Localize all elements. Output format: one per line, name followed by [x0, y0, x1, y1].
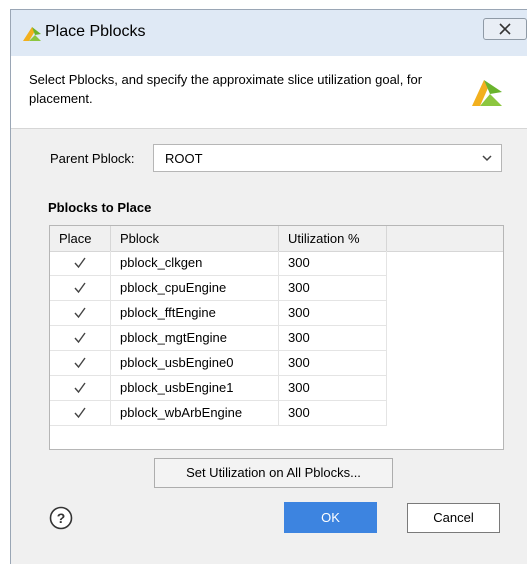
pblocks-section-title: Pblocks to Place — [48, 200, 152, 215]
help-icon[interactable]: ? — [49, 506, 73, 530]
chevron-down-icon — [482, 155, 492, 162]
vivado-logo-icon — [472, 80, 502, 106]
parent-pblock-value: ROOT — [165, 151, 203, 166]
place-cell — [50, 301, 111, 325]
dialog-title: Place Pblocks — [45, 23, 146, 40]
place-checkbox[interactable] — [73, 381, 87, 395]
svg-text:?: ? — [57, 510, 66, 526]
column-header-pblock[interactable]: Pblock — [111, 226, 279, 251]
table-row[interactable]: pblock_mgtEngine 300 — [50, 326, 387, 351]
place-checkbox[interactable] — [73, 331, 87, 345]
table-row[interactable]: pblock_wbArbEngine 300 — [50, 401, 387, 426]
place-checkbox[interactable] — [73, 281, 87, 295]
title-bar: Place Pblocks — [11, 10, 527, 56]
parent-pblock-label: Parent Pblock: — [50, 151, 135, 166]
set-utilization-button[interactable]: Set Utilization on All Pblocks... — [154, 458, 393, 488]
table-header: Place Pblock Utilization % — [50, 226, 503, 252]
cancel-button[interactable]: Cancel — [407, 503, 500, 533]
utilization-cell[interactable]: 300 — [279, 401, 387, 425]
header-panel: Select Pblocks, and specify the approxim… — [11, 56, 527, 129]
utilization-cell[interactable]: 300 — [279, 376, 387, 400]
table-row[interactable]: pblock_usbEngine0 300 — [50, 351, 387, 376]
table-row[interactable]: pblock_clkgen 300 — [50, 251, 387, 276]
close-button[interactable] — [483, 18, 527, 40]
place-checkbox[interactable] — [73, 306, 87, 320]
place-cell — [50, 351, 111, 375]
utilization-cell[interactable]: 300 — [279, 351, 387, 375]
place-pblocks-dialog: Place Pblocks Select Pblocks, and specif… — [10, 9, 527, 564]
vivado-logo-icon — [23, 27, 41, 41]
place-checkbox[interactable] — [73, 406, 87, 420]
table-row[interactable]: pblock_usbEngine1 300 — [50, 376, 387, 401]
place-cell — [50, 251, 111, 275]
pblock-name-cell: pblock_clkgen — [111, 251, 279, 275]
place-cell — [50, 276, 111, 300]
place-checkbox[interactable] — [73, 356, 87, 370]
parent-pblock-select[interactable]: ROOT — [153, 144, 502, 172]
column-header-utilization[interactable]: Utilization % — [279, 226, 387, 251]
ok-button[interactable]: OK — [284, 502, 377, 533]
utilization-cell[interactable]: 300 — [279, 301, 387, 325]
place-checkbox[interactable] — [73, 256, 87, 270]
close-icon — [499, 23, 511, 35]
table-row[interactable]: pblock_fftEngine 300 — [50, 301, 387, 326]
cancel-label: Cancel — [433, 510, 474, 525]
pblock-name-cell: pblock_cpuEngine — [111, 276, 279, 300]
utilization-cell[interactable]: 300 — [279, 326, 387, 350]
pblock-name-cell: pblock_mgtEngine — [111, 326, 279, 350]
place-cell — [50, 401, 111, 425]
pblock-name-cell: pblock_fftEngine — [111, 301, 279, 325]
table-row[interactable]: pblock_cpuEngine 300 — [50, 276, 387, 301]
pblocks-table: Place Pblock Utilization % pblock_clkgen… — [49, 225, 504, 450]
pblock-name-cell: pblock_usbEngine1 — [111, 376, 279, 400]
pblock-name-cell: pblock_usbEngine0 — [111, 351, 279, 375]
set-utilization-label: Set Utilization on All Pblocks... — [186, 465, 361, 480]
utilization-cell[interactable]: 300 — [279, 276, 387, 300]
pblock-name-cell: pblock_wbArbEngine — [111, 401, 279, 425]
utilization-cell[interactable]: 300 — [279, 251, 387, 275]
place-cell — [50, 326, 111, 350]
column-header-place[interactable]: Place — [50, 226, 111, 251]
place-cell — [50, 376, 111, 400]
dialog-description: Select Pblocks, and specify the approxim… — [29, 72, 423, 106]
ok-label: OK — [321, 510, 340, 525]
